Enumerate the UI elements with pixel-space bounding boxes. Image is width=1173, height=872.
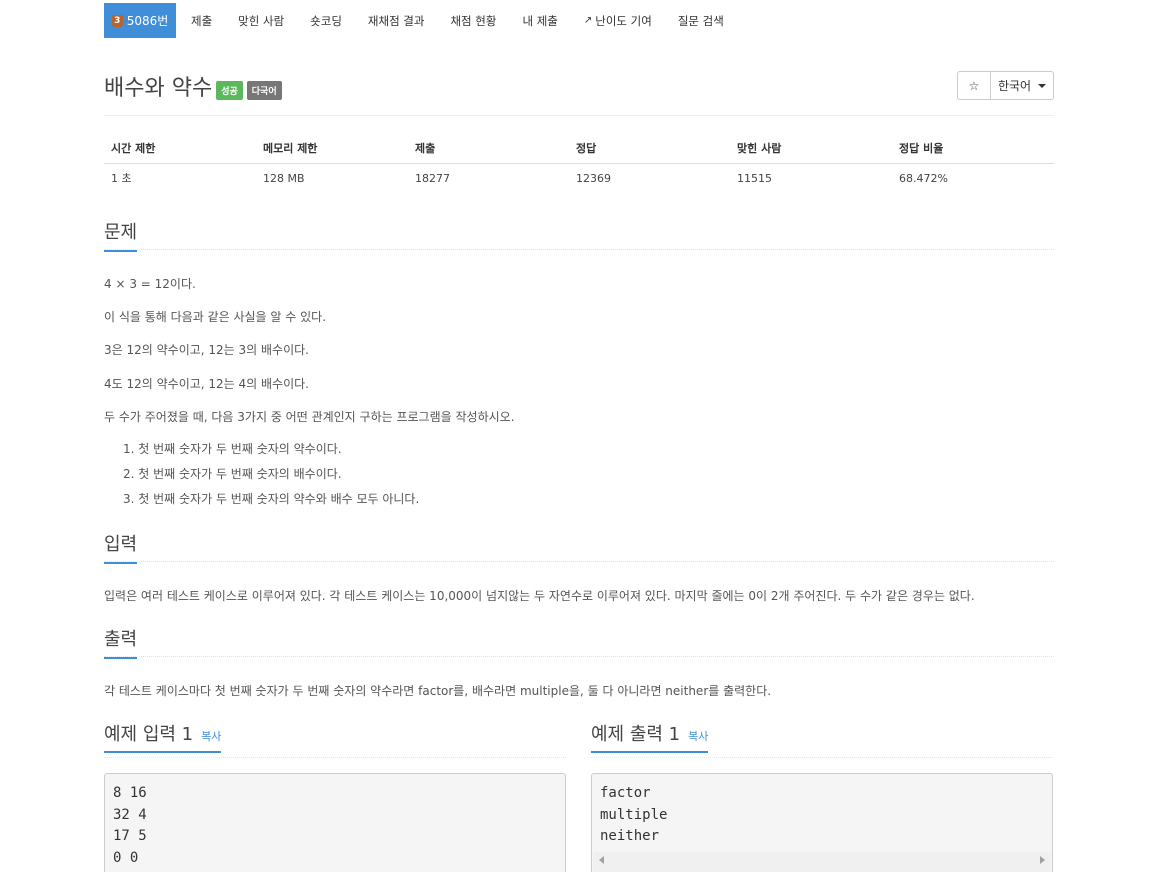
- section-output-title: 출력: [104, 625, 138, 659]
- description-line: 4 × 3 = 12이다.: [104, 277, 196, 291]
- sample-input-line: 0 0: [113, 849, 139, 866]
- list-item: 2. 첫 번째 숫자가 두 번째 숫자의 배수이다.: [123, 467, 342, 481]
- value-solvers[interactable]: 11515: [730, 163, 892, 193]
- problem-number-tab[interactable]: 3 5086번: [104, 3, 176, 38]
- language-label: 한국어: [997, 79, 1032, 93]
- problem-menu: 3 5086번 제출 맞힌 사람 숏코딩 재채점 결과 채점 현황 내 제출 ↗…: [104, 3, 737, 38]
- description-line: 두 수가 주어졌을 때, 다음 3가지 중 어떤 관계인지 구하는 프로그램을 …: [104, 410, 515, 424]
- nav-status[interactable]: 채점 현황: [437, 3, 509, 38]
- tier-badge-icon: 3: [111, 14, 123, 27]
- problem-title-wrap: 배수와 약수 성공 다국어: [104, 70, 282, 102]
- header-submissions: 제출: [408, 133, 569, 164]
- list-item: 3. 첫 번째 숫자가 두 번째 숫자의 약수와 배수 모두 아니다.: [123, 492, 420, 506]
- nav-solvers[interactable]: 맞힌 사람: [225, 3, 297, 38]
- star-icon: ☆: [968, 78, 980, 93]
- nav-short-coding[interactable]: 숏코딩: [297, 3, 355, 38]
- scroll-left-arrow-icon[interactable]: [599, 856, 604, 864]
- language-dropdown[interactable]: 한국어: [991, 71, 1054, 100]
- sample-input-heading: 예제 입력 1 복사: [104, 720, 566, 758]
- external-link-icon: ↗: [583, 15, 593, 26]
- header-solvers: 맞힌 사람: [730, 133, 892, 164]
- nav-submit[interactable]: 제출: [176, 3, 225, 38]
- nav-rejudge[interactable]: 재채점 결과: [355, 3, 438, 38]
- sample-output-line: neither: [600, 828, 660, 844]
- nav-difficulty-label: 난이도 기여: [595, 13, 652, 28]
- sample-input-line: 32 4: [113, 806, 147, 823]
- section-input-heading: 입력: [104, 530, 1054, 564]
- caret-down-icon: [1038, 83, 1047, 88]
- status-badge-success: 성공: [216, 80, 243, 100]
- header-memory-limit: 메모리 제한: [256, 133, 408, 164]
- relation-list: 1. 첫 번째 숫자가 두 번째 숫자의 약수이다. 2. 첫 번째 숫자가 두…: [123, 439, 419, 514]
- sample-output-heading: 예제 출력 1 복사: [591, 720, 1053, 758]
- section-problem-heading: 문제: [104, 218, 1054, 252]
- sample-output-box[interactable]: factor multiple neither: [591, 773, 1053, 872]
- status-badge-multilang: 다국어: [246, 80, 282, 100]
- header-accepted: 정답: [569, 133, 730, 164]
- problem-actions: ☆ 한국어: [957, 71, 1054, 100]
- section-problem-title: 문제: [104, 218, 138, 252]
- sample-output-title: 예제 출력 1: [591, 724, 681, 745]
- sample-input-title-wrap: 예제 입력 1 복사: [104, 720, 222, 753]
- description-line: 4도 12의 약수이고, 12는 4의 배수이다.: [104, 377, 309, 391]
- copy-input-button[interactable]: 복사: [201, 728, 221, 744]
- sample-input-line: 8 16: [113, 785, 147, 801]
- sample-input-box[interactable]: 8 16 32 4 17 5 0 0: [104, 773, 566, 872]
- description-line: 이 식을 통해 다음과 같은 사실을 알 수 있다.: [104, 310, 327, 324]
- favorite-button[interactable]: ☆: [957, 71, 991, 100]
- sample-output-title-wrap: 예제 출력 1 복사: [591, 720, 709, 753]
- header-time-limit: 시간 제한: [104, 133, 256, 164]
- problem-title: 배수와 약수: [104, 76, 213, 101]
- sample-output-line: factor: [600, 785, 651, 801]
- table-row: 1 초 128 MB 18277 12369 11515 68.472%: [104, 163, 1054, 193]
- value-time-limit: 1 초: [111, 172, 132, 186]
- sample-input-line: 17 5: [113, 828, 147, 844]
- input-description: 입력은 여러 테스트 케이스로 이루어져 있다. 각 테스트 케이스는 10,0…: [104, 589, 975, 603]
- output-description: 각 테스트 케이스마다 첫 번째 숫자가 두 번째 숫자의 약수라면 facto…: [104, 684, 772, 698]
- nav-my-submissions[interactable]: 내 제출: [509, 3, 570, 38]
- scroll-right-arrow-icon[interactable]: [1040, 856, 1045, 864]
- nav-difficulty-contribution[interactable]: ↗ 난이도 기여: [571, 3, 665, 38]
- problem-info-table: 시간 제한 메모리 제한 제출 정답 맞힌 사람 정답 비율 1 초 128 M…: [104, 133, 1054, 193]
- table-header-row: 시간 제한 메모리 제한 제출 정답 맞힌 사람 정답 비율: [104, 133, 1054, 164]
- horizontal-scrollbar[interactable]: [593, 852, 1051, 872]
- description-line: 3은 12의 약수이고, 12는 3의 배수이다.: [104, 343, 309, 357]
- problem-number-label: 5086번: [126, 14, 169, 28]
- copy-output-button[interactable]: 복사: [688, 728, 708, 744]
- nav-question-search[interactable]: 질문 검색: [665, 3, 737, 38]
- section-input-title: 입력: [104, 530, 138, 564]
- value-accepted[interactable]: 12369: [569, 163, 730, 193]
- value-ratio: 68.472%: [899, 171, 948, 185]
- section-output-heading: 출력: [104, 625, 1054, 659]
- sample-input-title: 예제 입력 1: [104, 724, 194, 745]
- value-memory-limit: 128 MB: [263, 171, 305, 185]
- value-submissions[interactable]: 18277: [408, 163, 569, 193]
- problem-header: 배수와 약수 성공 다국어 ☆ 한국어: [104, 68, 1054, 116]
- sample-output-line: multiple: [600, 806, 668, 823]
- list-item: 1. 첫 번째 숫자가 두 번째 숫자의 약수이다.: [123, 442, 342, 456]
- header-ratio: 정답 비율: [892, 133, 1054, 164]
